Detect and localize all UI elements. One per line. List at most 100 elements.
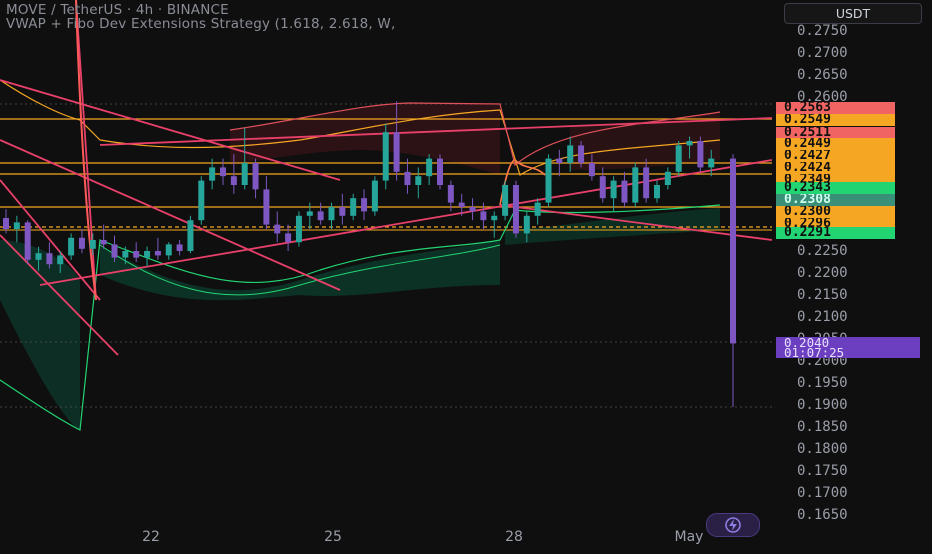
candle-body: [68, 237, 75, 256]
price-tick-label: 0.2100: [797, 309, 848, 325]
candle-body: [198, 180, 205, 221]
candle-body: [708, 158, 715, 168]
candle-body: [502, 185, 509, 216]
candle-body: [599, 176, 606, 199]
candle-body: [415, 176, 422, 185]
indicator-title[interactable]: VWAP + Fibo Dev Extensions Strategy (1.6…: [6, 16, 395, 32]
candle-body: [165, 244, 172, 256]
candle-body: [404, 171, 411, 185]
bar-countdown: 01:07:25: [784, 345, 845, 360]
price-level-badge: 0.2424: [776, 162, 895, 174]
price-level-badge: 0.2291: [776, 227, 895, 239]
candle-body: [263, 189, 270, 225]
candle-body: [654, 185, 660, 199]
price-axis[interactable]: [772, 0, 932, 550]
candle-body: [24, 222, 31, 260]
date-label-25: 25: [324, 529, 342, 545]
candle-body: [523, 215, 530, 234]
price-tick-label: 0.1700: [797, 485, 848, 501]
candle-body: [469, 207, 476, 212]
candle-body: [382, 132, 389, 181]
candle-body: [306, 211, 313, 216]
candle-body: [491, 215, 498, 221]
candle-body: [187, 220, 194, 251]
candle-body: [534, 202, 541, 216]
candle-body: [220, 167, 226, 177]
candle-body: [133, 251, 140, 258]
current-price-badge: 0.2040 01:07:25: [776, 336, 920, 360]
price-tick-label: 0.2150: [797, 287, 848, 303]
candle-body: [371, 180, 378, 212]
price-level-badge: 0.2308: [776, 194, 895, 206]
chart-plot[interactable]: [0, 0, 773, 550]
price-tick-label: 0.2650: [797, 67, 848, 83]
candle-body: [610, 180, 617, 199]
price-level-badge: 0.2300: [776, 206, 895, 218]
candle-body: [241, 163, 248, 185]
candle-body: [437, 158, 443, 185]
candle-body: [643, 167, 650, 199]
price-tick-label: 0.1900: [797, 397, 848, 413]
candle-body: [664, 171, 671, 185]
price-tick-label: 0.1950: [797, 375, 848, 391]
candle-body: [545, 158, 552, 203]
price-tick-label: 0.1800: [797, 441, 848, 457]
candle-body: [317, 211, 324, 221]
candle-body: [621, 180, 628, 203]
candle-body: [3, 218, 9, 229]
candle-body: [675, 145, 682, 172]
candle-body: [426, 158, 433, 177]
price-tick-label: 0.2250: [797, 243, 848, 259]
price-tick-label: 0.2200: [797, 265, 848, 281]
candle-body: [730, 158, 736, 344]
price-tick-label: 0.2750: [797, 23, 848, 39]
candle-body: [154, 251, 161, 256]
price-level-badge: 0.2449: [776, 138, 895, 150]
candle-body: [252, 163, 259, 190]
candle-body: [111, 244, 118, 258]
candle-body: [393, 132, 400, 172]
candle-body: [512, 185, 519, 234]
candle-body: [285, 233, 292, 243]
candle-body: [13, 222, 20, 229]
candle-body: [567, 145, 574, 163]
candle-body: [100, 240, 107, 245]
price-level-badge: 0.2343: [776, 182, 895, 194]
candle-body: [361, 198, 368, 212]
candle-body: [274, 224, 281, 234]
price-level-badge: 0.2427: [776, 150, 895, 162]
candle-body: [144, 251, 151, 258]
candle-body: [339, 207, 346, 216]
price-tick-label: 0.1650: [797, 507, 848, 523]
candle-body: [57, 255, 64, 265]
date-label-28: 28: [505, 529, 523, 545]
chart-area[interactable]: MOVE / TetherUS · 4h · BINANCE VWAP + Fi…: [0, 0, 773, 550]
price-level-badge: 0.2549: [776, 114, 895, 126]
candle-body: [480, 211, 487, 221]
candle-body: [176, 244, 183, 251]
price-level-badge: 0.2563: [776, 102, 895, 114]
candle-body: [588, 163, 595, 177]
price-tick-label: 0.2700: [797, 45, 848, 61]
time-axis[interactable]: [0, 528, 772, 550]
candle-body: [697, 141, 704, 168]
candle-body: [78, 237, 85, 249]
candle-body: [89, 240, 96, 249]
date-label-may: May: [674, 529, 704, 545]
candle-body: [632, 167, 639, 203]
candle-body: [447, 185, 454, 203]
candle-body: [122, 251, 129, 258]
currency-button[interactable]: USDT: [784, 3, 922, 24]
candle-body: [686, 141, 693, 146]
price-tick-label: 0.1850: [797, 419, 848, 435]
candle-body: [295, 215, 302, 243]
candle-body: [230, 176, 237, 185]
candle-body: [328, 207, 335, 221]
price-tick-label: 0.1750: [797, 463, 848, 479]
candle-body: [350, 198, 357, 216]
candle-body: [458, 202, 465, 207]
candle-body: [209, 167, 216, 181]
candle-body: [35, 253, 42, 260]
lightning-icon[interactable]: [706, 513, 760, 537]
candle-body: [578, 145, 585, 163]
